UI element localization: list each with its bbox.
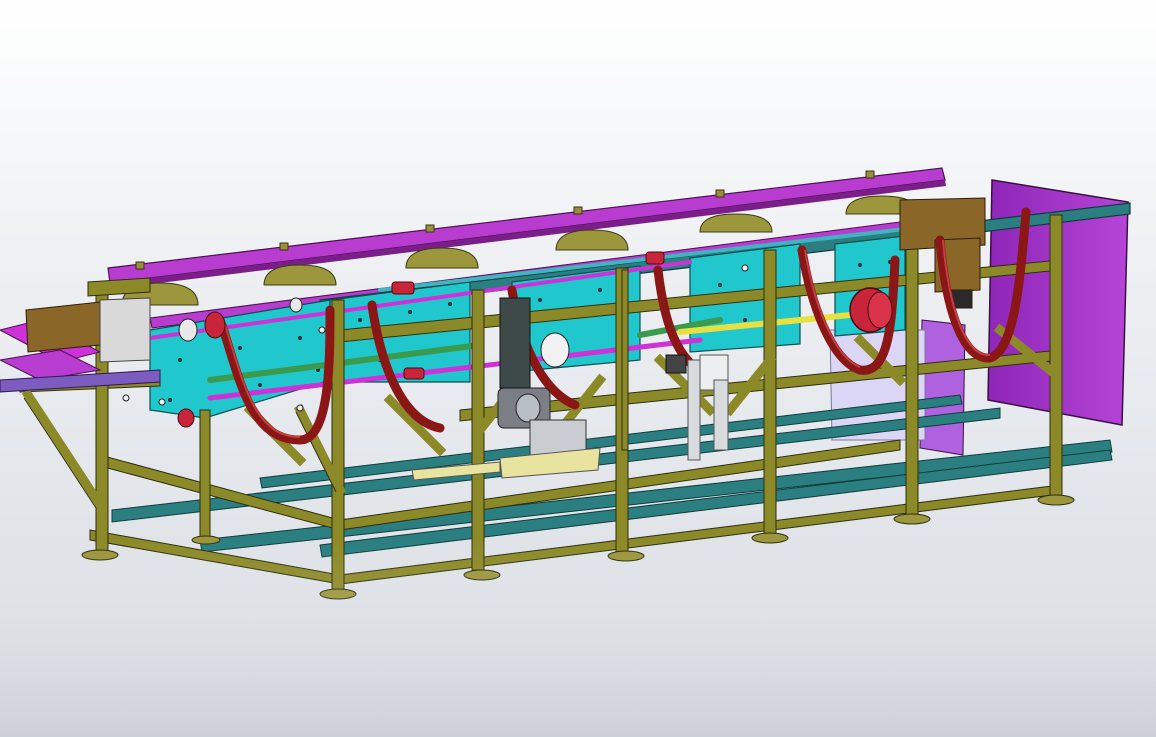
conveyor-machine-model[interactable] <box>0 0 1156 737</box>
sensor-posts <box>665 354 729 461</box>
3d-viewport[interactable] <box>0 0 1156 737</box>
floor-shade <box>0 540 1156 737</box>
